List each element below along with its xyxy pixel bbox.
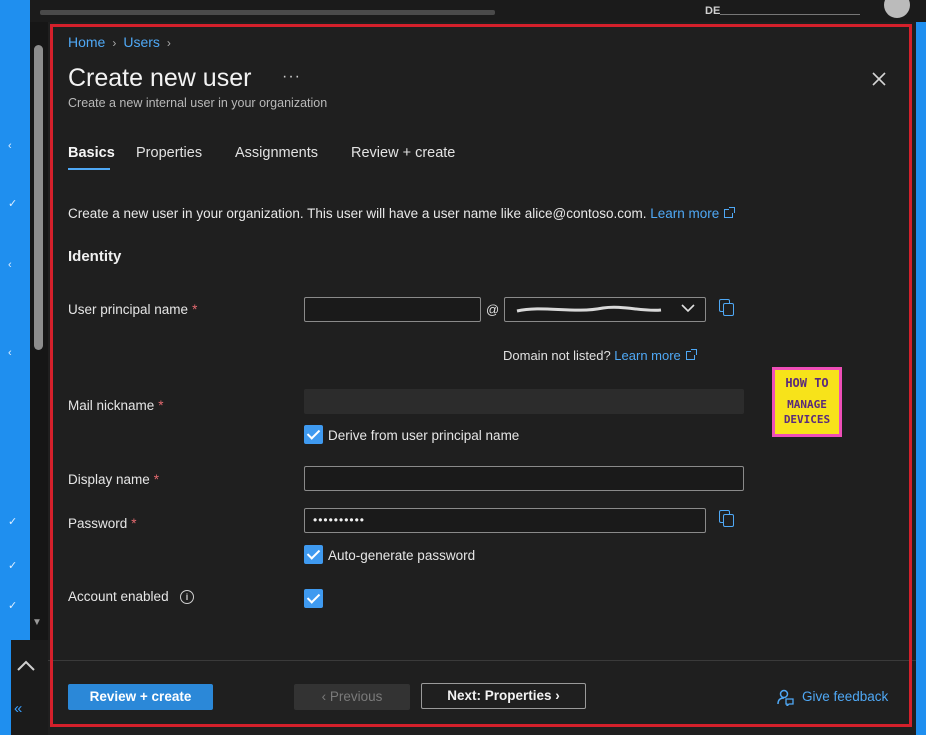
required-marker: * — [131, 516, 137, 531]
rail-check-icon[interactable]: ✓ — [8, 599, 17, 612]
feedback-icon[interactable] — [776, 688, 794, 708]
breadcrumb-separator: › — [166, 36, 171, 50]
auto-generate-label: Auto-generate password — [328, 548, 476, 563]
domain-not-listed: Domain not listed? Learn more — [503, 348, 697, 363]
display-name-input[interactable] — [304, 466, 744, 491]
page-subtitle: Create a new internal user in your organ… — [68, 96, 328, 110]
external-link-icon[interactable] — [685, 349, 697, 360]
rail-chevron-icon[interactable]: ‹ — [8, 259, 12, 271]
breadcrumb-home[interactable]: Home — [68, 34, 105, 50]
learn-more-link[interactable]: Learn more — [650, 206, 719, 221]
breadcrumb-users[interactable]: Users — [123, 34, 160, 50]
display-name-label-text: Display name — [68, 472, 150, 487]
logo-line-1: HOW TO — [785, 376, 829, 390]
required-marker: * — [192, 302, 198, 317]
rail-check-icon[interactable]: ✓ — [8, 515, 17, 528]
rail-chevron-icon[interactable]: ‹ — [8, 347, 12, 359]
logo-line-2: MANAGE — [787, 398, 827, 411]
copy-icon[interactable] — [719, 299, 735, 317]
top-progress-bar — [40, 10, 495, 15]
password-label-text: Password — [68, 516, 128, 531]
page-title: Create new user — [68, 64, 252, 92]
active-tab-indicator — [68, 168, 110, 170]
logo-inner: HOW TO MANAGE DEVICES — [775, 370, 839, 434]
top-corner-line — [720, 14, 860, 15]
breadcrumb: Home › Users › — [68, 34, 178, 50]
rail-check-icon[interactable]: ✓ — [8, 559, 17, 572]
domain-learn-more-link[interactable]: Learn more — [614, 348, 680, 363]
at-sign: @ — [486, 302, 500, 317]
mail-nickname-input[interactable] — [304, 389, 744, 414]
how-to-manage-devices-logo: HOW TO MANAGE DEVICES — [772, 367, 842, 437]
derive-checkbox[interactable] — [304, 425, 323, 444]
rail-chevron-icon[interactable]: ‹ — [8, 140, 12, 152]
required-marker: * — [153, 472, 160, 487]
required-marker: * — [158, 398, 164, 413]
top-strip: DE — [0, 0, 926, 22]
account-enabled-checkbox[interactable] — [304, 589, 323, 608]
redacted-domain — [516, 305, 662, 313]
derive-label: Derive from user principal name — [328, 428, 520, 443]
domain-note-text: Domain not listed? — [503, 348, 611, 363]
external-link-icon[interactable] — [724, 207, 736, 218]
previous-button[interactable]: ‹ Previous — [294, 684, 410, 710]
password-input[interactable]: •••••••••• — [304, 508, 706, 533]
tab-properties[interactable]: Properties — [136, 145, 202, 161]
scroll-down-icon[interactable]: ▼ — [32, 617, 42, 628]
scrollbar-thumb[interactable] — [34, 45, 43, 350]
logo-line-3: DEVICES — [783, 413, 831, 426]
auto-generate-checkbox[interactable] — [304, 545, 323, 564]
mail-nickname-label-text: Mail nickname — [68, 398, 155, 413]
footer-divider — [48, 660, 916, 661]
upn-label: User principal name * — [68, 302, 197, 317]
identity-heading: Identity — [68, 248, 122, 265]
copy-password-icon[interactable] — [719, 510, 735, 528]
password-label: Password * — [68, 516, 137, 531]
rail-check-icon[interactable]: ✓ — [8, 197, 17, 210]
close-icon[interactable] — [871, 67, 887, 93]
chevron-up-icon[interactable] — [16, 655, 36, 678]
more-options-icon[interactable]: ··· — [282, 68, 301, 86]
review-create-button[interactable]: Review + create — [68, 684, 213, 710]
upn-input[interactable] — [304, 297, 481, 322]
next-properties-button[interactable]: Next: Properties › — [421, 683, 586, 709]
tab-assignments[interactable]: Assignments — [235, 145, 318, 161]
collapse-menu-icon[interactable]: « — [14, 700, 22, 717]
tab-review-create[interactable]: Review + create — [351, 145, 455, 161]
top-corner-text: DE — [705, 5, 721, 17]
upn-label-text: User principal name — [68, 302, 189, 317]
left-rail: ‹ ✓ ‹ ‹ ✓ ✓ ✓ — [0, 22, 30, 735]
give-feedback-link[interactable]: Give feedback — [802, 689, 888, 704]
info-icon[interactable]: i — [180, 590, 194, 604]
tab-basics[interactable]: Basics — [68, 145, 115, 161]
display-name-label: Display name * — [68, 472, 159, 487]
domain-select[interactable] — [504, 297, 706, 322]
intro-text: Create a new user in your organization. … — [68, 206, 736, 221]
account-enabled-label: Account enabled — [68, 589, 169, 604]
breadcrumb-separator: › — [112, 36, 117, 50]
chevron-down-icon — [681, 300, 695, 316]
intro-description: Create a new user in your organization. … — [68, 206, 647, 221]
mail-nickname-label: Mail nickname * — [68, 398, 164, 413]
